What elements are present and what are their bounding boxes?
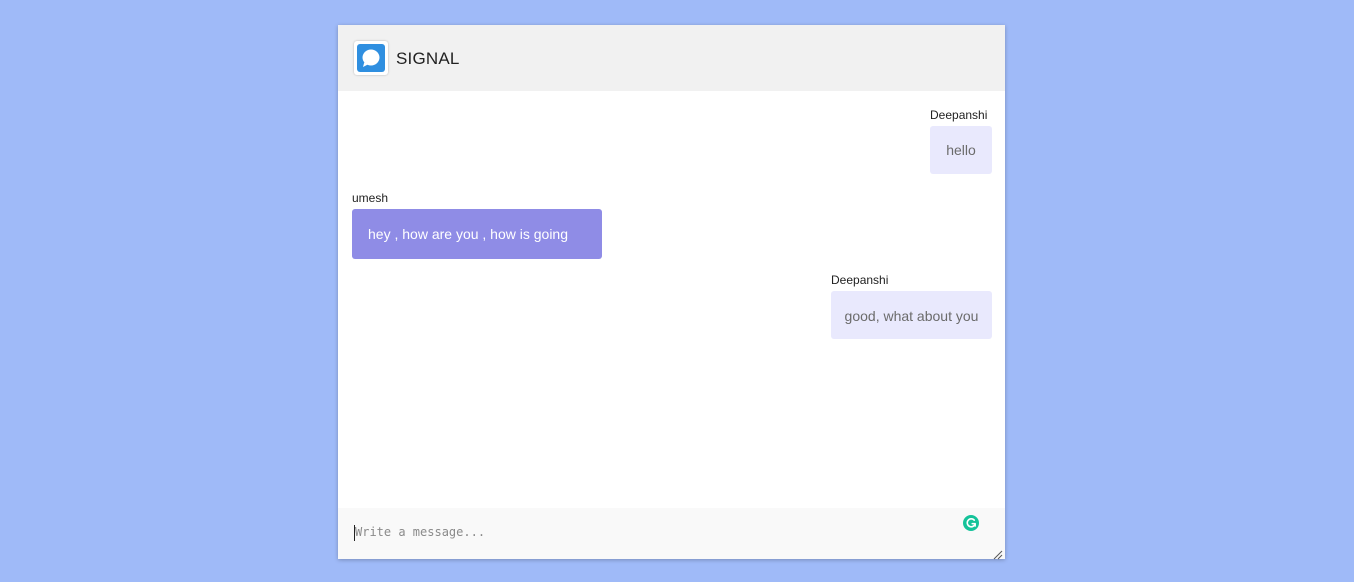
message-bubble: good, what about you — [831, 291, 992, 339]
message-list: Deepanshi hello umesh hey , how are you … — [338, 91, 1005, 508]
app-logo — [354, 41, 388, 75]
message-input[interactable] — [338, 508, 1005, 559]
grammarly-icon[interactable] — [963, 515, 979, 531]
chat-window: SIGNAL Deepanshi hello umesh hey , how a… — [338, 25, 1005, 560]
message-composer — [338, 508, 1005, 560]
message-item: umesh hey , how are you , how is going — [352, 191, 602, 259]
resize-handle-icon[interactable] — [993, 547, 1003, 560]
message-bubble: hey , how are you , how is going — [352, 209, 602, 259]
message-item: Deepanshi hello — [930, 108, 992, 174]
chat-bubble-icon — [357, 44, 385, 72]
app-title: SIGNAL — [396, 49, 460, 68]
text-cursor — [354, 525, 355, 541]
message-sender: Deepanshi — [831, 273, 889, 287]
message-bubble: hello — [930, 126, 992, 174]
message-sender: umesh — [352, 191, 389, 205]
chat-header: SIGNAL — [338, 25, 1005, 91]
message-item: Deepanshi good, what about you — [831, 273, 992, 339]
message-sender: Deepanshi — [930, 108, 988, 122]
